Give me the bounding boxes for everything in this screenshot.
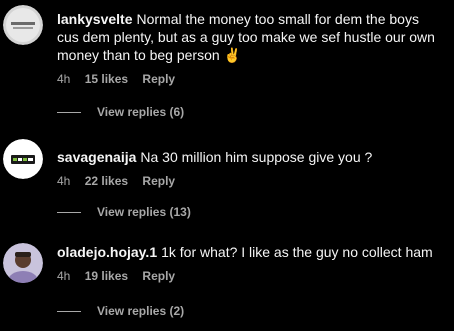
comment-body: lankysvelte Normal the money too small fo… bbox=[57, 10, 444, 87]
reply-button[interactable]: Reply bbox=[142, 71, 175, 87]
comment-text-block: lankysvelte Normal the money too small fo… bbox=[57, 10, 444, 64]
view-replies-button[interactable]: View replies (13) bbox=[57, 204, 191, 220]
brand-logo-avatar-icon bbox=[3, 139, 43, 179]
view-replies-button[interactable]: View replies (2) bbox=[57, 303, 184, 319]
view-replies-label: View replies (6) bbox=[97, 105, 185, 119]
avatar[interactable] bbox=[3, 5, 43, 45]
comment-meta: 4h 19 likes Reply bbox=[57, 268, 444, 284]
avatar[interactable] bbox=[3, 243, 43, 283]
comment-time: 4h bbox=[57, 174, 71, 188]
comment-body: oladejo.hojay.1 1k for what? I like as th… bbox=[57, 243, 444, 284]
comment-meta: 4h 15 likes Reply bbox=[57, 71, 444, 87]
comment-username[interactable]: lankysvelte bbox=[57, 11, 133, 27]
comment-meta: 4h 22 likes Reply bbox=[57, 173, 444, 189]
comment-likes[interactable]: 15 likes bbox=[85, 71, 128, 87]
comment-text: 1k for what? I like as the guy no collec… bbox=[161, 244, 433, 260]
comment-text-block: savagenaija Na 30 million him suppose giv… bbox=[57, 148, 444, 166]
comment-text-block: oladejo.hojay.1 1k for what? I like as th… bbox=[57, 243, 444, 261]
view-replies-label: View replies (13) bbox=[97, 205, 191, 219]
comment-likes[interactable]: 22 likes bbox=[85, 173, 128, 189]
comment-time: 4h bbox=[57, 269, 71, 283]
comment-text: Na 30 million him suppose give you ? bbox=[140, 149, 373, 165]
replies-divider-line bbox=[57, 212, 81, 214]
grey-profile-avatar-icon bbox=[3, 5, 43, 45]
replies-divider-line bbox=[57, 311, 81, 313]
comment-username[interactable]: oladejo.hojay.1 bbox=[57, 244, 157, 260]
view-replies-label: View replies (2) bbox=[97, 304, 185, 318]
comment-likes[interactable]: 19 likes bbox=[85, 268, 128, 284]
replies-divider-line bbox=[57, 112, 81, 114]
comment-body: savagenaija Na 30 million him suppose giv… bbox=[57, 148, 444, 189]
view-replies-button[interactable]: View replies (6) bbox=[57, 104, 184, 120]
avatar[interactable] bbox=[3, 139, 43, 179]
comment-username[interactable]: savagenaija bbox=[57, 149, 136, 165]
reply-button[interactable]: Reply bbox=[142, 173, 175, 189]
comment-time: 4h bbox=[57, 72, 71, 86]
person-photo-avatar-icon bbox=[3, 243, 43, 283]
reply-button[interactable]: Reply bbox=[142, 268, 175, 284]
